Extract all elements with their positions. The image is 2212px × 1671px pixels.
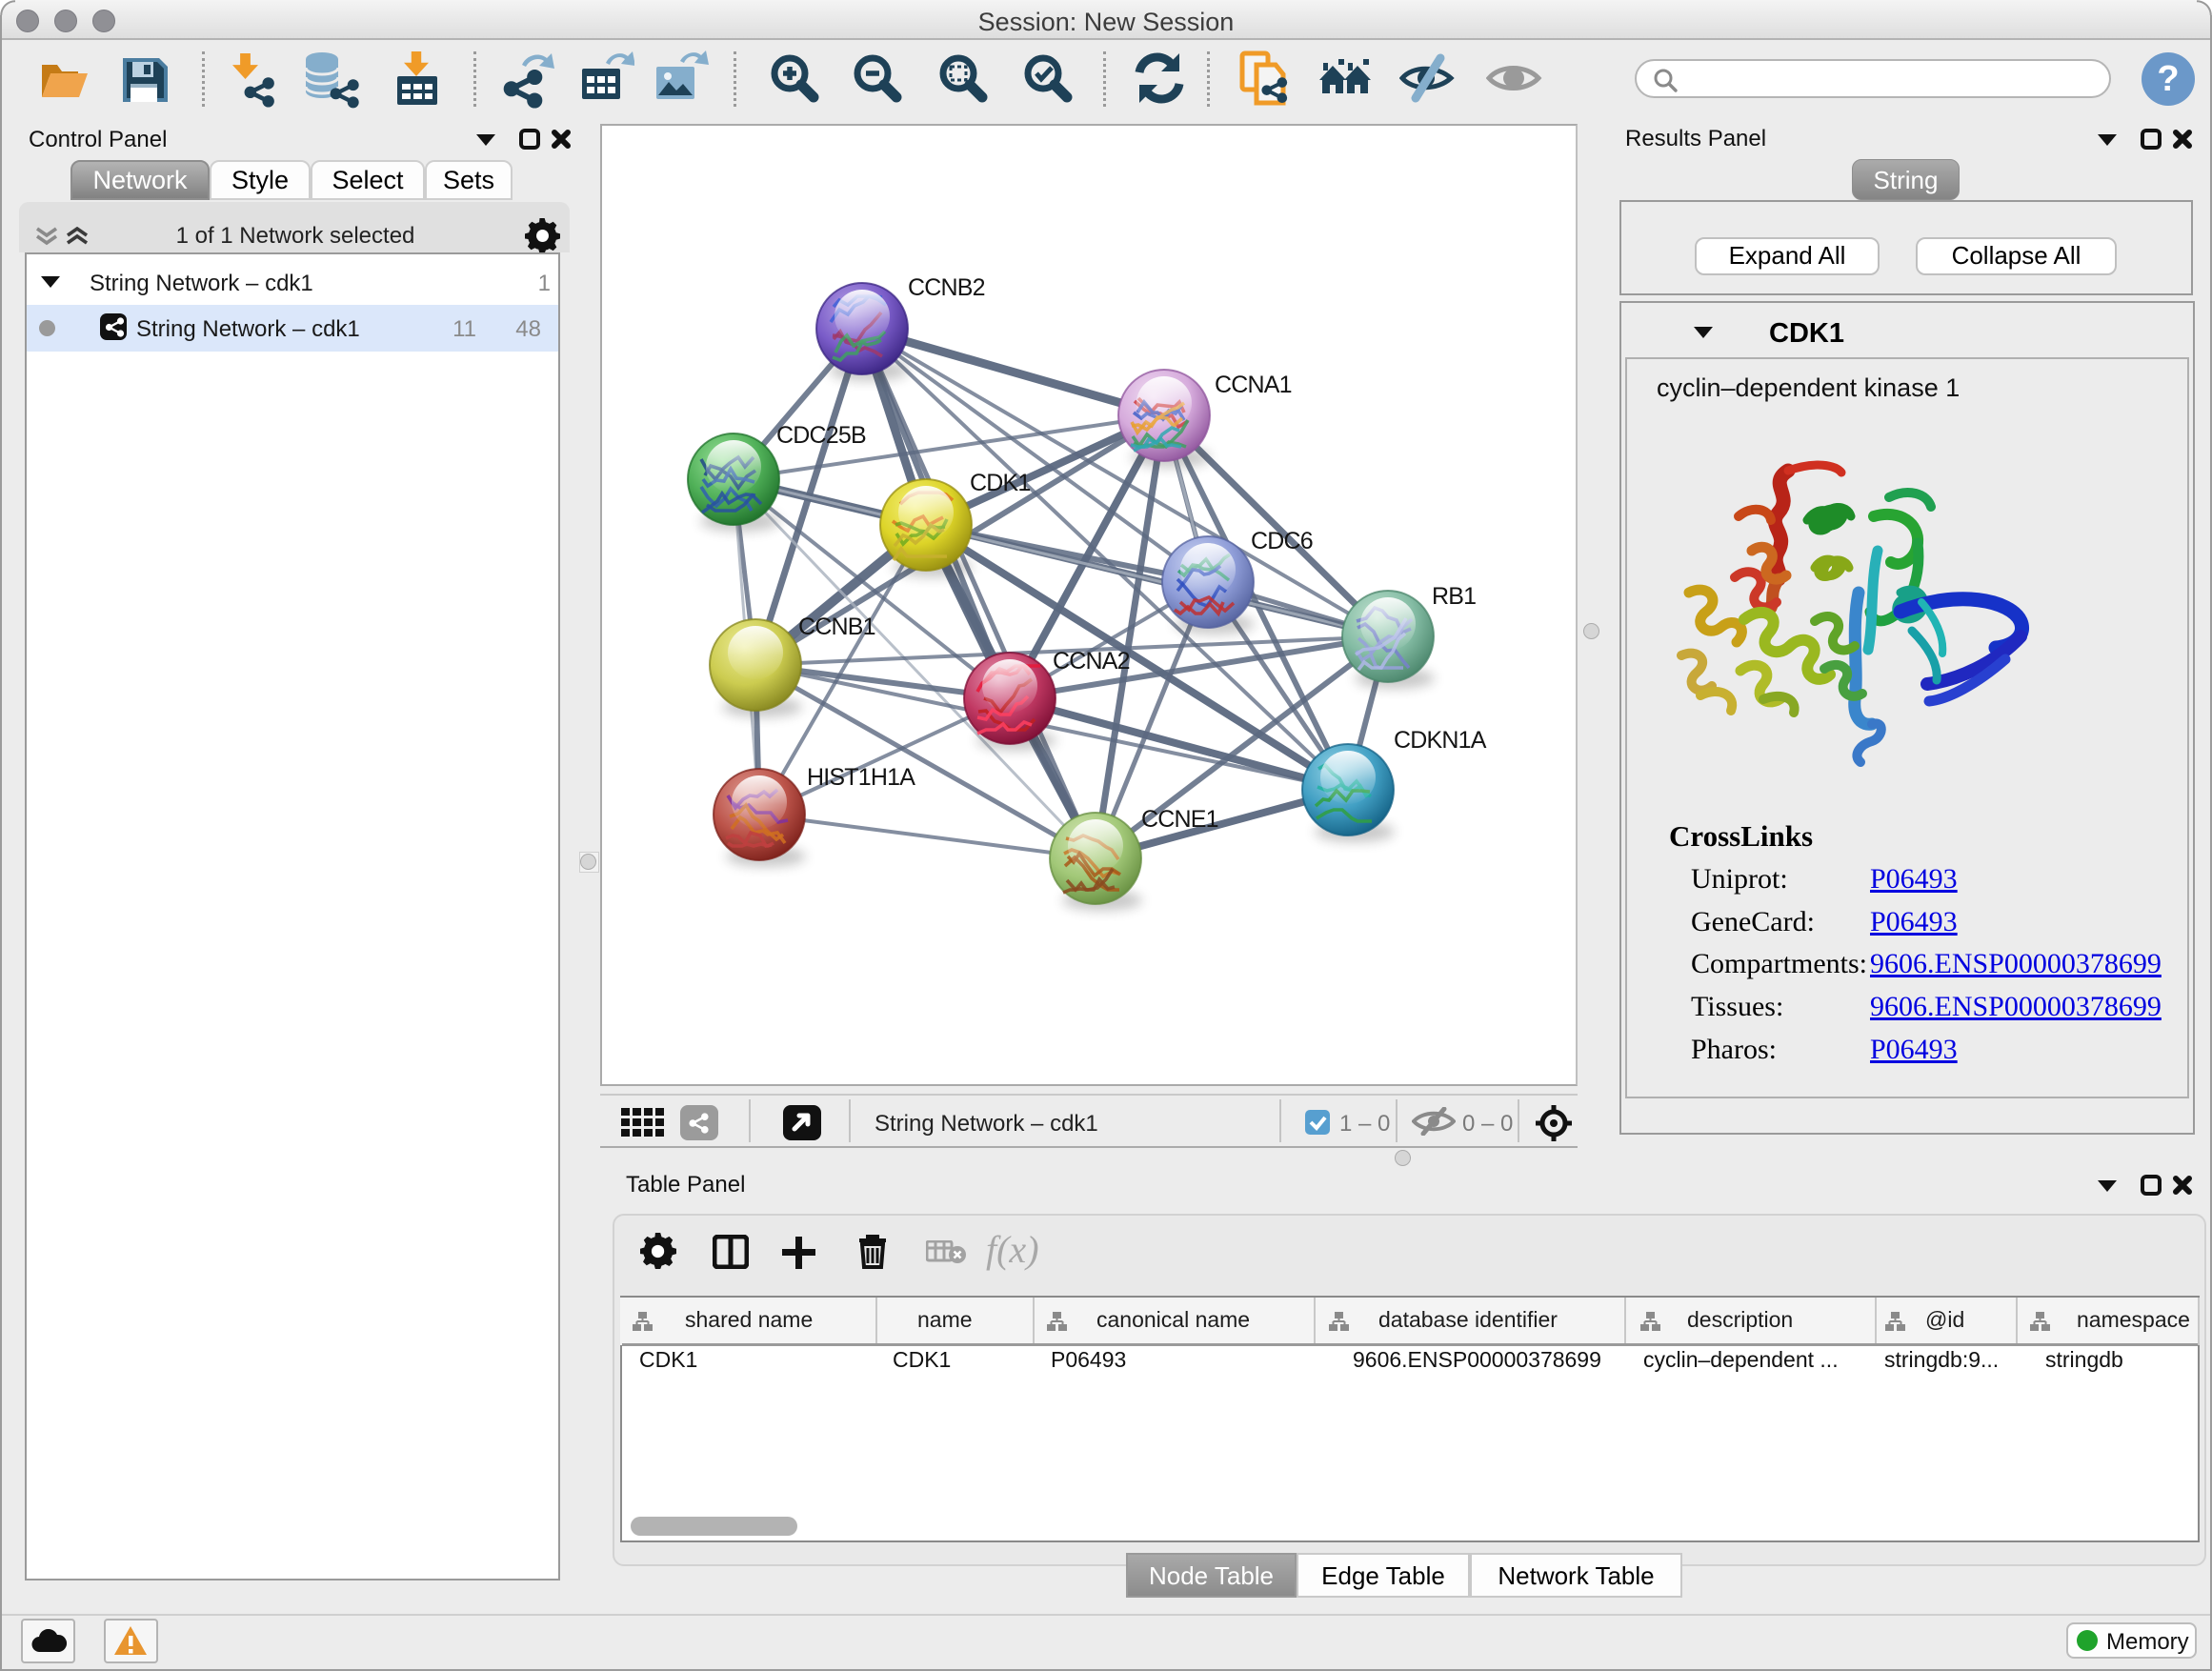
svg-text:CDKN1A: CDKN1A <box>1394 727 1487 754</box>
svg-text:CDC25B: CDC25B <box>776 422 866 449</box>
svg-text:CDC6: CDC6 <box>1251 528 1313 554</box>
svg-text:?: ? <box>2157 59 2179 99</box>
svg-text:CCNA1: CCNA1 <box>1215 372 1292 398</box>
svg-text:CDK1: CDK1 <box>970 470 1031 496</box>
svg-text:CCNB1: CCNB1 <box>798 614 875 640</box>
svg-text:HIST1H1A: HIST1H1A <box>807 764 915 791</box>
svg-text:CCNE1: CCNE1 <box>1141 806 1218 833</box>
svg-text:RB1: RB1 <box>1432 583 1476 610</box>
svg-text:CCNA2: CCNA2 <box>1053 648 1130 674</box>
svg-text:CCNB2: CCNB2 <box>908 274 985 301</box>
